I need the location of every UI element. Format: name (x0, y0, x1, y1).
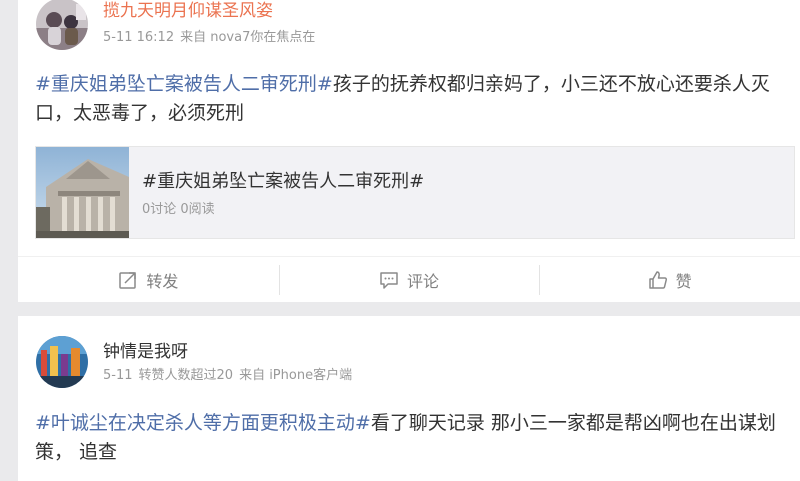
avatar[interactable] (36, 336, 88, 388)
post-meta: 5-11 16:12 来自 nova7你在焦点在 (103, 29, 321, 47)
post-content: #叶诚尘在决定杀人等方面更积极主动#看了聊天记录 那小三一家都是帮凶啊也在出谋划… (35, 409, 785, 467)
topic-card-title[interactable]: #重庆姐弟坠亡案被告人二审死刑# (142, 167, 424, 193)
topic-link[interactable]: #重庆姐弟坠亡案被告人二审死刑# (35, 73, 333, 95)
post-repost-info: 转赞人数超过20 (138, 368, 234, 383)
repost-icon (119, 272, 137, 289)
like-button[interactable]: 赞 (539, 257, 800, 303)
post-date[interactable]: 5-11 (103, 368, 133, 383)
post-meta: 5-11 转赞人数超过20 来自 iPhone客户端 (103, 367, 358, 385)
repost-button[interactable]: 转发 (18, 257, 279, 303)
username[interactable]: 揽九天明月仰谋圣风姿 (103, 0, 273, 22)
comment-button[interactable]: 评论 (278, 257, 540, 303)
post-source: 来自 iPhone客户端 (239, 368, 353, 383)
comment-icon (380, 272, 398, 289)
post-source: 来自 nova7你在焦点在 (180, 30, 316, 45)
topic-thumbnail (36, 147, 129, 238)
like-icon (648, 271, 667, 289)
like-label: 赞 (675, 272, 692, 291)
topic-link[interactable]: #叶诚尘在决定杀人等方面更积极主动# (35, 412, 371, 434)
avatar[interactable] (36, 0, 88, 50)
username[interactable]: 钟情是我呀 (103, 341, 188, 363)
weibo-post-card: 钟情是我呀 5-11 转赞人数超过20 来自 iPhone客户端 #叶诚尘在决定杀人… (18, 316, 800, 481)
topic-card[interactable]: #重庆姐弟坠亡案被告人二审死刑# 0讨论 0阅读 (35, 146, 795, 239)
repost-label: 转发 (146, 272, 179, 291)
post-date[interactable]: 5-11 16:12 (103, 30, 174, 45)
weibo-post-card: 揽九天明月仰谋圣风姿 5-11 16:12 来自 nova7你在焦点在 #重庆姐弟… (18, 0, 800, 302)
post-content: #重庆姐弟坠亡案被告人二审死刑#孩子的抚养权都归亲妈了，小三还不放心还要杀人灭口… (35, 70, 785, 128)
action-bar: 转发 评论 赞 (18, 256, 800, 303)
comment-label: 评论 (407, 272, 440, 291)
topic-card-stats: 0讨论 0阅读 (142, 202, 215, 217)
